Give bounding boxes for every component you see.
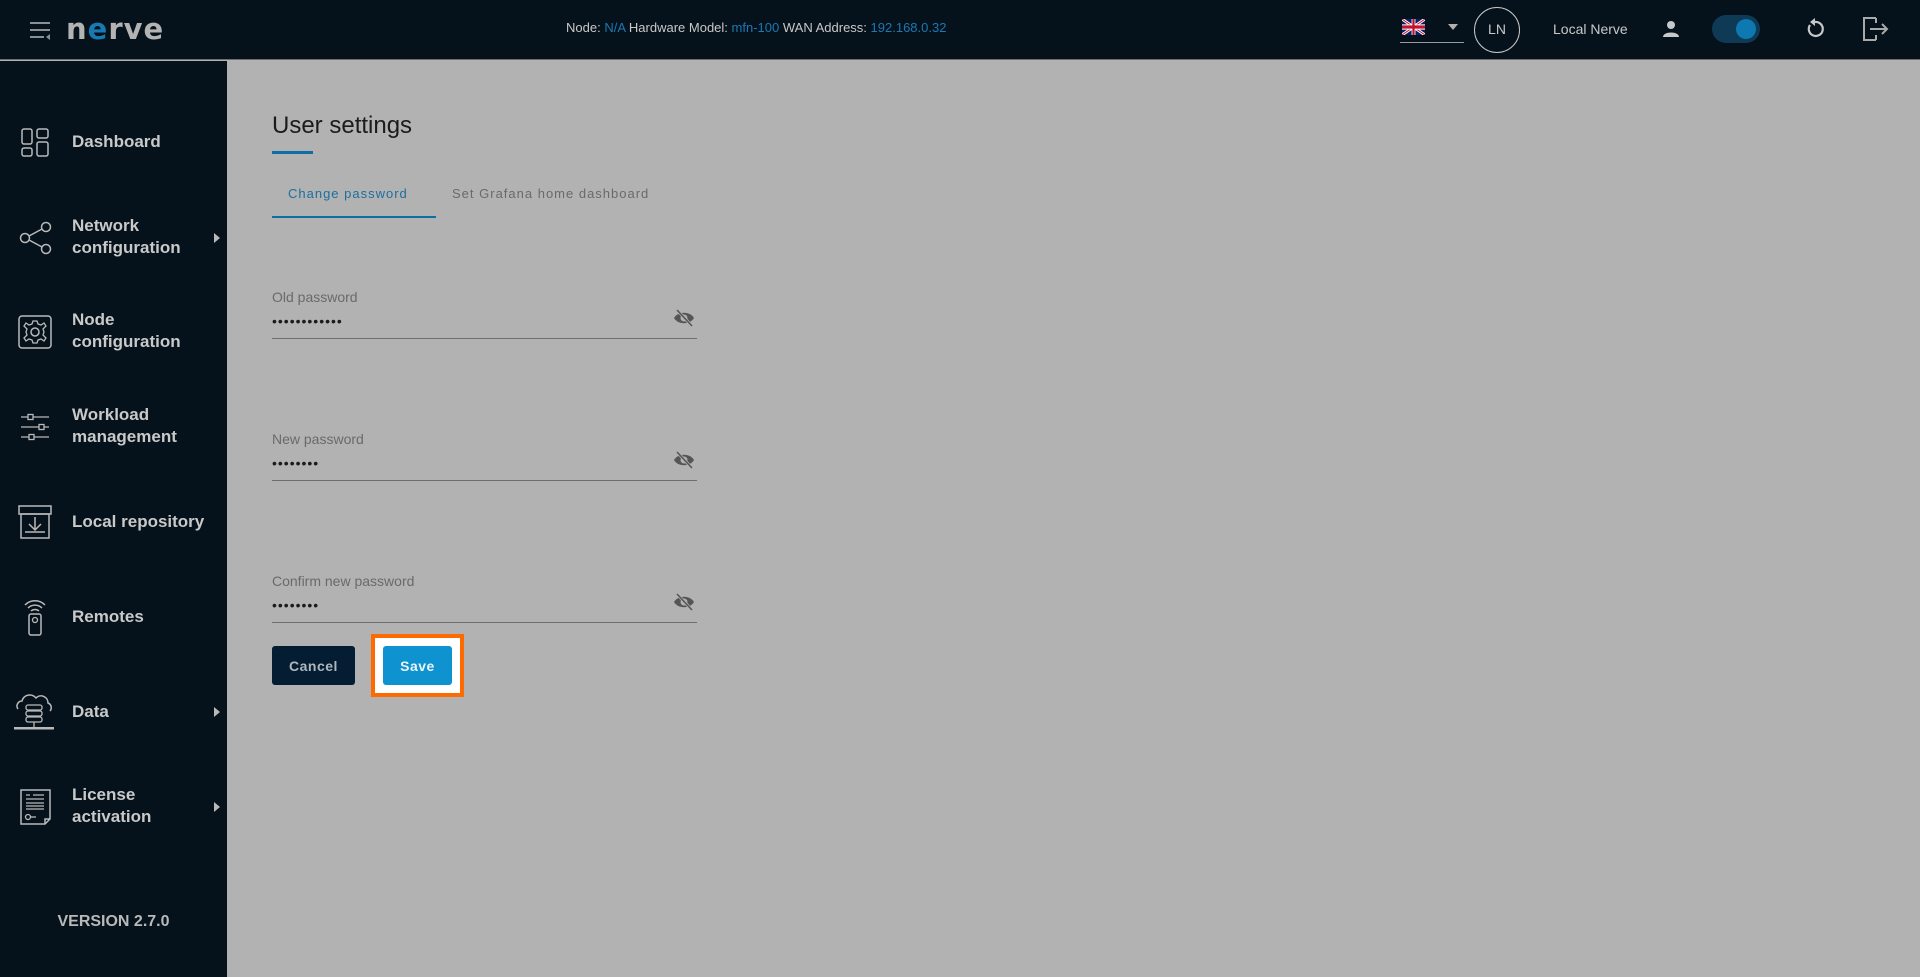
sidebar-item-label: License activation <box>72 784 151 828</box>
sliders-icon <box>21 413 49 441</box>
sidebar-item-license-activation[interactable]: License activation <box>0 777 227 837</box>
hardware-model-value: mfn-100 <box>731 20 780 35</box>
sidebar-item-dashboard[interactable]: Dashboard <box>0 112 227 172</box>
chevron-right-icon <box>214 802 220 812</box>
uk-flag-icon <box>1402 19 1425 35</box>
label-line-1: License <box>72 785 136 804</box>
label-line-2: configuration <box>72 332 181 351</box>
label-line-1: Workload <box>72 405 150 424</box>
eye-off-icon[interactable] <box>673 451 695 469</box>
label-line-1: Network <box>72 216 140 235</box>
sidebar-item-local-repository[interactable]: Local repository <box>0 492 227 552</box>
cloud-database-icon <box>14 694 54 730</box>
node-label: Node: <box>566 20 601 35</box>
gear-icon <box>18 315 52 349</box>
sidebar-item-label: Network configuration <box>72 215 181 259</box>
old-password-input[interactable] <box>272 309 652 333</box>
label-line-1: Node <box>72 310 115 329</box>
save-button[interactable]: Save <box>383 646 452 685</box>
wan-address-label: WAN Address: <box>782 20 867 35</box>
refresh-icon[interactable] <box>1804 18 1826 40</box>
sidebar-item-network-configuration[interactable]: Network configuration <box>0 208 227 268</box>
theme-toggle[interactable] <box>1712 15 1760 43</box>
chevron-right-icon <box>214 233 220 243</box>
sidebar: Dashboard Network configuration Node con… <box>0 61 227 977</box>
sidebar-item-remotes[interactable]: Remotes <box>0 587 227 647</box>
chevron-right-icon <box>214 707 220 717</box>
share-network-icon <box>19 221 52 255</box>
confirm-password-label: Confirm new password <box>272 573 415 589</box>
top-header: nerve Node: N/A Hardware Model: mfn-100 … <box>0 0 1920 60</box>
tab-set-grafana-home-dashboard[interactable]: Set Grafana home dashboard <box>452 186 649 218</box>
sidebar-item-node-configuration[interactable]: Node configuration <box>0 302 227 362</box>
new-password-field: New password <box>272 431 697 481</box>
tab-change-password[interactable]: Change password <box>272 186 436 218</box>
page-title: User settings <box>272 112 413 139</box>
dashboard-icon <box>21 128 49 157</box>
logout-icon[interactable] <box>1862 16 1890 42</box>
title-underline <box>272 151 313 154</box>
user-name: Local Nerve <box>1553 21 1628 37</box>
cancel-button[interactable]: Cancel <box>272 646 355 685</box>
menu-toggle-icon[interactable] <box>30 20 52 40</box>
old-password-field: Old password <box>272 289 697 339</box>
wan-address-value: 192.168.0.32 <box>870 20 947 35</box>
new-password-label: New password <box>272 431 364 447</box>
confirm-password-input[interactable] <box>272 593 652 617</box>
node-value: N/A <box>604 20 626 35</box>
hardware-model-label: Hardware Model: <box>628 20 728 35</box>
sidebar-item-label: Local repository <box>72 512 205 531</box>
sidebar-item-label: Workload management <box>72 404 177 448</box>
new-password-input[interactable] <box>272 451 652 475</box>
confirm-password-field: Confirm new password <box>272 573 697 623</box>
repository-download-icon <box>18 505 52 539</box>
person-icon[interactable] <box>1662 20 1680 38</box>
toggle-knob <box>1736 19 1756 39</box>
sidebar-item-label: Data <box>72 702 109 721</box>
label-line-2: activation <box>72 807 152 826</box>
version-label: VERSION 2.7.0 <box>57 913 170 930</box>
old-password-label: Old password <box>272 289 358 305</box>
sidebar-item-label: Remotes <box>72 607 144 626</box>
node-info: Node: N/A Hardware Model: mfn-100 WAN Ad… <box>566 19 946 37</box>
sidebar-item-label: Dashboard <box>72 132 161 151</box>
label-line-2: configuration <box>72 238 181 257</box>
remote-control-icon <box>24 600 46 636</box>
sidebar-item-data[interactable]: Data <box>0 682 227 742</box>
avatar[interactable]: LN <box>1474 7 1520 53</box>
language-select[interactable] <box>1400 17 1464 43</box>
eye-off-icon[interactable] <box>673 309 695 327</box>
license-document-icon <box>20 789 51 825</box>
caret-down-icon <box>1448 24 1458 30</box>
nerve-logo: nerve <box>66 12 165 46</box>
label-line-2: management <box>72 427 177 446</box>
eye-off-icon[interactable] <box>673 593 695 611</box>
sidebar-item-workload-management[interactable]: Workload management <box>0 397 227 457</box>
sidebar-item-label: Node configuration <box>72 309 181 353</box>
